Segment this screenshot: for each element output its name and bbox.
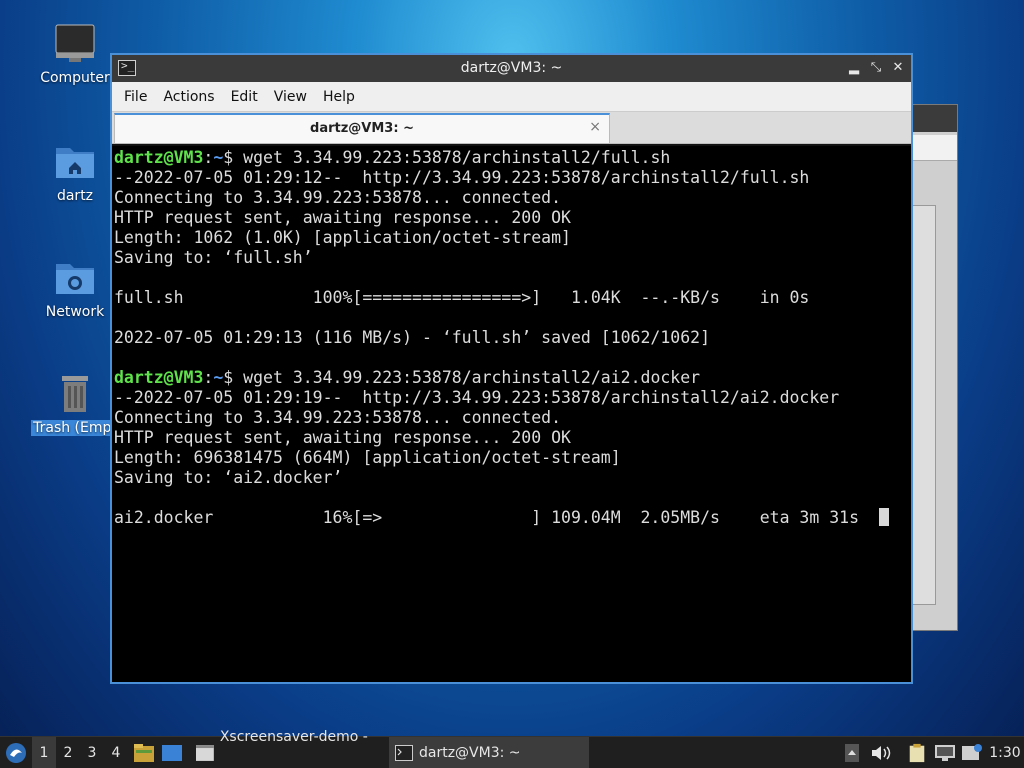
output-line: Connecting to 3.34.99.223:53878... conne… (114, 188, 562, 207)
close-button[interactable]: ✕ (889, 59, 907, 77)
progress-line: ai2.docker 16%[=> ] 109.04M 2.05MB/s eta… (114, 508, 879, 527)
menu-file[interactable]: File (116, 89, 155, 105)
desktop-icon-label: Computer (40, 70, 110, 86)
terminal-output[interactable]: dartz@VM3:~$ wget 3.34.99.223:53878/arch… (112, 146, 911, 682)
clock[interactable]: 1:30 (988, 737, 1022, 768)
window-title: dartz@VM3: ~ (460, 60, 563, 76)
tab-bar: dartz@VM3: ~ × (112, 112, 911, 144)
output-line: Length: 696381475 (664M) [application/oc… (114, 448, 621, 467)
menu-edit[interactable]: Edit (223, 89, 266, 105)
task-label: dartz@VM3: ~ (419, 745, 521, 761)
file-manager-launcher[interactable] (133, 737, 157, 768)
desktop-icon (162, 745, 182, 761)
desktop-icon-network[interactable]: Network (27, 256, 123, 320)
prompt-user: dartz@VM3 (114, 368, 204, 387)
desktop-icon-label: Network (45, 304, 105, 320)
output-line: Saving to: ‘full.sh’ (114, 248, 313, 267)
output-line: full.sh 100%[================>] 1.04K --… (114, 288, 810, 307)
desktop-icon-trash[interactable]: Trash (Empt (27, 372, 123, 436)
output-line: --2022-07-05 01:29:12-- http://3.34.99.2… (114, 168, 810, 187)
workspace-4[interactable]: 4 (104, 737, 128, 768)
prompt-path: ~ (213, 368, 224, 387)
text-cursor (878, 508, 889, 526)
tab-close-icon[interactable]: × (589, 119, 601, 135)
trash-icon (62, 376, 88, 412)
menu-help[interactable]: Help (315, 89, 363, 105)
desktop-icon-home[interactable]: dartz (27, 140, 123, 204)
lubuntu-logo-icon (6, 743, 26, 763)
task-xscreensaver[interactable]: Xscreensaver-demo - ... (190, 729, 384, 768)
terminal-icon (395, 745, 413, 761)
prompt-path: ~ (213, 148, 224, 167)
command-line: wget 3.34.99.223:53878/archinstall2/full… (243, 148, 671, 167)
task-label: Xscreensaver-demo - ... (219, 729, 368, 768)
menu-view[interactable]: View (266, 89, 315, 105)
output-line: Connecting to 3.34.99.223:53878... conne… (114, 408, 562, 427)
command-line: wget 3.34.99.223:53878/archinstall2/ai2.… (243, 368, 701, 387)
file-manager-icon (134, 744, 154, 762)
menu-actions[interactable]: Actions (155, 89, 222, 105)
tab-terminal[interactable]: dartz@VM3: ~ × (114, 113, 610, 143)
window-icon (196, 745, 214, 761)
desktop-icon-label: Trash (Empt (31, 420, 119, 436)
output-line: Length: 1062 (1.0K) [application/octet-s… (114, 228, 571, 247)
output-line: 2022-07-05 01:29:13 (116 MB/s) - ‘full.s… (114, 328, 711, 347)
workspace-2[interactable]: 2 (56, 737, 80, 768)
computer-icon (55, 24, 95, 62)
desktop-icon-label: dartz (56, 188, 94, 204)
window-titlebar[interactable]: >_ dartz@VM3: ~ ▂ ⤡ ✕ (112, 55, 911, 82)
notification-icon[interactable] (961, 743, 983, 763)
home-folder-icon (56, 148, 94, 178)
minimize-button[interactable]: ▂ (845, 59, 863, 77)
desktop-icon-computer[interactable]: Computer (27, 22, 123, 86)
prompt-user: dartz@VM3 (114, 148, 204, 167)
clipboard-icon[interactable] (906, 743, 928, 763)
network-icon[interactable] (934, 743, 956, 763)
start-menu-button[interactable] (4, 737, 30, 768)
task-terminal[interactable]: dartz@VM3: ~ (389, 737, 589, 768)
volume-icon[interactable] (870, 743, 892, 763)
terminal-text: dartz@VM3:~$ wget 3.34.99.223:53878/arch… (114, 148, 909, 528)
output-line: HTTP request sent, awaiting response... … (114, 428, 571, 447)
menu-bar: File Actions Edit View Help (112, 82, 911, 112)
workspace-1[interactable]: 1 (32, 737, 56, 768)
network-folder-icon (56, 264, 94, 294)
output-line: Saving to: ‘ai2.docker’ (114, 468, 343, 487)
tab-label: dartz@VM3: ~ (310, 121, 414, 136)
show-desktop-button[interactable] (161, 737, 185, 768)
workspace-3[interactable]: 3 (80, 737, 104, 768)
terminal-window[interactable]: >_ dartz@VM3: ~ ▂ ⤡ ✕ File Actions Edit … (110, 53, 913, 684)
output-line: HTTP request sent, awaiting response... … (114, 208, 571, 227)
output-line: --2022-07-05 01:29:19-- http://3.34.99.2… (114, 388, 840, 407)
tray-arrow-icon[interactable] (844, 743, 860, 763)
maximize-button[interactable]: ⤡ (867, 59, 885, 77)
taskbar: 1 2 3 4 Xscreensaver-demo - ... dartz@VM… (0, 729, 1024, 768)
